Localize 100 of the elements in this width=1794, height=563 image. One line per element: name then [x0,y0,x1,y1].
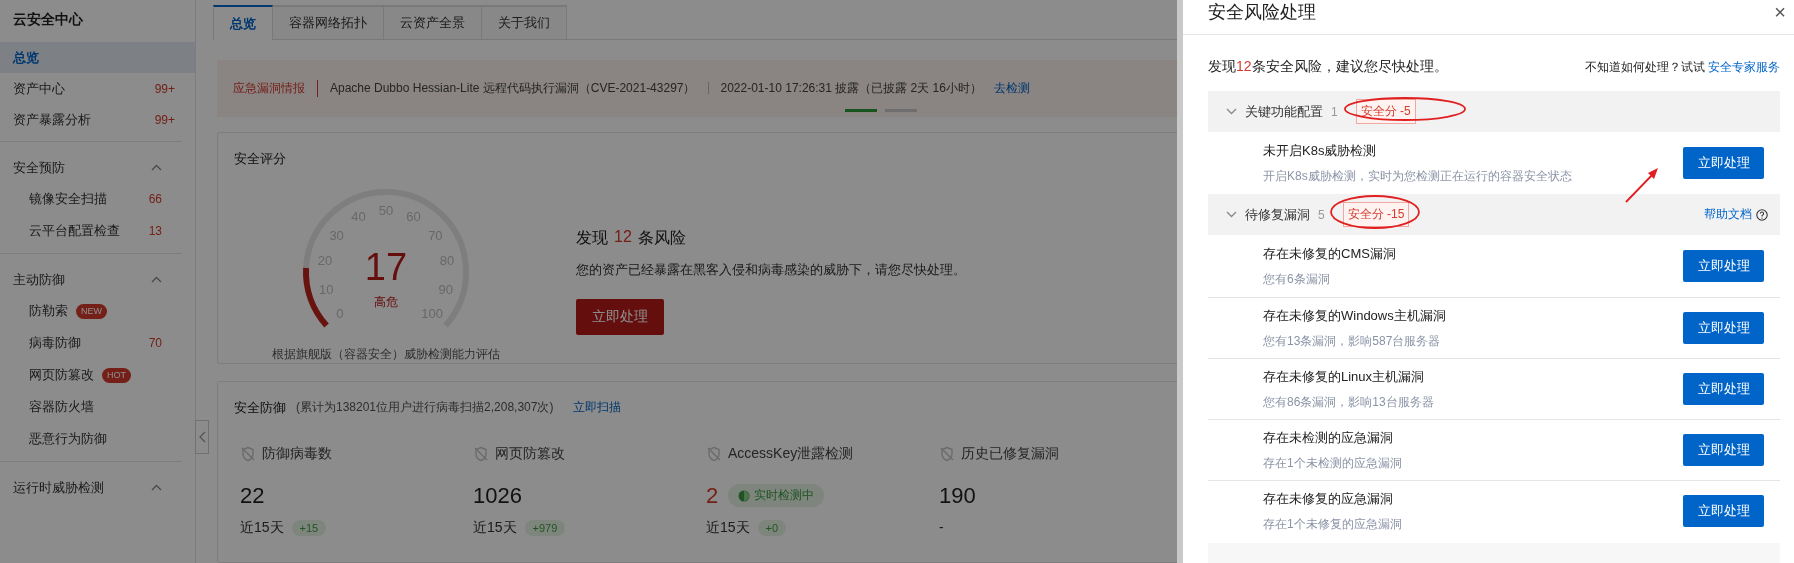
item-count: 99+ [154,112,175,127]
risk-item-description: 您有6条漏洞 [1263,270,1331,288]
sidebar-item[interactable]: 总览 [0,42,195,73]
stat-label: AccessKey泄露检测 [728,444,854,463]
sidebar-item[interactable]: 容器防火墙 [0,391,195,423]
stat-value: 2 [706,482,719,509]
stat-period: 近15天 [240,518,284,537]
handle-now-button[interactable]: 立即处理 [1683,147,1764,179]
risk-description: 您的资产已经暴露在黑客入侵和病毒感染的威胁下，请您尽快处理。 [576,260,966,279]
section-title: 运行时威胁检测 [13,478,104,497]
group-header[interactable]: 待修复漏洞 5 安全分 -15 帮助文档 [1208,194,1780,235]
risk-item-title: 存在未修复的应急漏洞 [1263,489,1394,508]
stat-label: 网页防篡改 [495,444,565,463]
stat-period: 近15天 [473,518,517,537]
risk-item-description: 您有86条漏洞，影响13台服务器 [1263,393,1434,411]
stat-value: 1026 [473,482,522,509]
handle-now-button[interactable]: 立即处理 [576,298,664,335]
check-link[interactable]: 去检测 [993,80,1030,98]
group-title: 关键功能配置 [1245,102,1323,121]
scan-note: (累计为138201位用户进行病毒扫描2,208,307次) [296,399,554,417]
risk-item-description: 开启K8s威胁检测，实时为您检测正在运行的容器安全状态 [1263,167,1572,185]
status-pill: 实时检测中 [728,484,825,508]
sidebar-section-header[interactable]: 主动防御 [0,264,182,295]
label-badge: NEW [76,303,107,319]
risk-summary: 发现12条安全风险，建议您尽快处理。 [1208,58,1448,76]
sidebar-section-header[interactable]: 安全预防 [0,152,182,183]
handle-now-button[interactable]: 立即处理 [1683,373,1764,405]
chevron-up-icon[interactable] [151,276,162,283]
item-count: 70 [148,336,162,350]
help-text: 不知道如何处理？试试 [1584,59,1706,74]
stat-value: 22 [240,482,265,509]
shield-off-icon [939,445,955,462]
scan-link[interactable]: 立即扫描 [573,399,622,417]
drawer-title: 安全风险处理 [1208,1,1316,24]
risk-item-title: 存在未修复的CMS漏洞 [1263,244,1396,263]
alert-time: 2022-01-10 17:26:31 披露（已披露 2天 16小时） [720,80,982,98]
sidebar-item[interactable]: 镜像安全扫描 66 [0,183,195,215]
risk-item-description: 您有13条漏洞，影响587台服务器 [1263,332,1442,350]
section-title: 安全预防 [13,158,65,177]
tab[interactable]: 关于我们 [482,5,567,41]
chevron-down-icon[interactable] [1226,108,1237,115]
gauge-caption: 根据旗舰版（容器安全）威胁检测能力评估 [272,345,500,363]
collapse-handle[interactable] [195,420,209,454]
help-icon [1756,208,1768,221]
item-count: 66 [148,192,162,206]
handle-now-button[interactable]: 立即处理 [1683,312,1764,344]
item-count: 99+ [154,81,175,96]
alert-text: Apache Dubbo Hessian-Lite 远程代码执行漏洞（CVE-2021-43297） [330,80,696,98]
shield-off-icon [473,445,489,462]
sidebar-section-header[interactable]: 运行时威胁检测 [0,472,182,503]
risk-rating: 高危 [374,294,398,309]
tab[interactable]: 云资产全景 [384,5,482,41]
sidebar-item[interactable]: 资产暴露分析 99+ [0,104,195,135]
stat-label: 历史已修复漏洞 [961,444,1059,463]
tab[interactable]: 容器网络拓扑 [273,5,384,41]
handle-now-button[interactable]: 立即处理 [1683,250,1764,282]
risk-count: 12 [614,227,632,247]
stat-label: 防御病毒数 [262,444,332,463]
headline-text: 条风险 [637,227,686,248]
group-header[interactable]: 关键功能配置 1 安全分 -5 [1208,91,1780,132]
sidebar-item[interactable]: 防勒索 NEW [0,295,195,327]
sidebar-item[interactable]: 云平台配置检查 13 [0,215,195,247]
help-docs-link[interactable]: 帮助文档 [1704,206,1768,223]
risk-item-description: 存在1个未检测的应急漏洞 [1263,454,1402,472]
card-title: 安全评分 [234,149,286,168]
label-badge: HOT [102,367,131,383]
sidebar-item[interactable]: 恶意行为防御 [0,423,195,455]
expert-service-link[interactable]: 安全专家服务 [1708,59,1780,74]
headline-text: 发现 [576,227,608,248]
group-count: 5 [1318,207,1325,222]
sidebar-item[interactable]: 病毒防御 70 [0,327,195,359]
score-value: 17 [364,245,408,288]
stat-period: 近15天 [706,518,750,537]
chevron-up-icon[interactable] [151,484,162,491]
chevron-down-icon[interactable] [1226,211,1237,218]
chevron-left-icon [198,431,206,443]
close-button[interactable]: × [1770,0,1790,24]
risk-item-title: 未开启K8s威胁检测 [1263,141,1378,160]
handle-now-button[interactable]: 立即处理 [1683,495,1764,527]
group-title: 待修复漏洞 [1245,205,1310,224]
section-title: 主动防御 [13,270,65,289]
alert-label: 应急漏洞情报 [233,80,318,98]
risk-item-description: 存在1个未修复的应急漏洞 [1263,515,1402,533]
shield-off-icon [240,445,256,462]
sidebar-item[interactable]: 资产中心 99+ [0,73,195,104]
score-penalty-tag: 安全分 -15 [1342,202,1410,227]
chevron-up-icon[interactable] [151,164,162,171]
delta-pill: +15 [291,519,327,536]
app-title: 云安全中心 [12,10,84,29]
delta-pill: +979 [524,519,566,536]
shield-off-icon [706,445,722,462]
handle-now-button[interactable]: 立即处理 [1683,434,1764,466]
tab[interactable]: 总览 [213,5,273,41]
card-title: 安全防御 [234,398,286,417]
risk-item-title: 存在未修复的Linux主机漏洞 [1263,367,1426,386]
sidebar-item[interactable]: 网页防篡改 HOT [0,359,195,391]
item-count: 13 [148,224,162,238]
stat-value: 190 [939,482,976,509]
group-count: 1 [1331,104,1338,119]
stat-period: - [939,518,944,535]
